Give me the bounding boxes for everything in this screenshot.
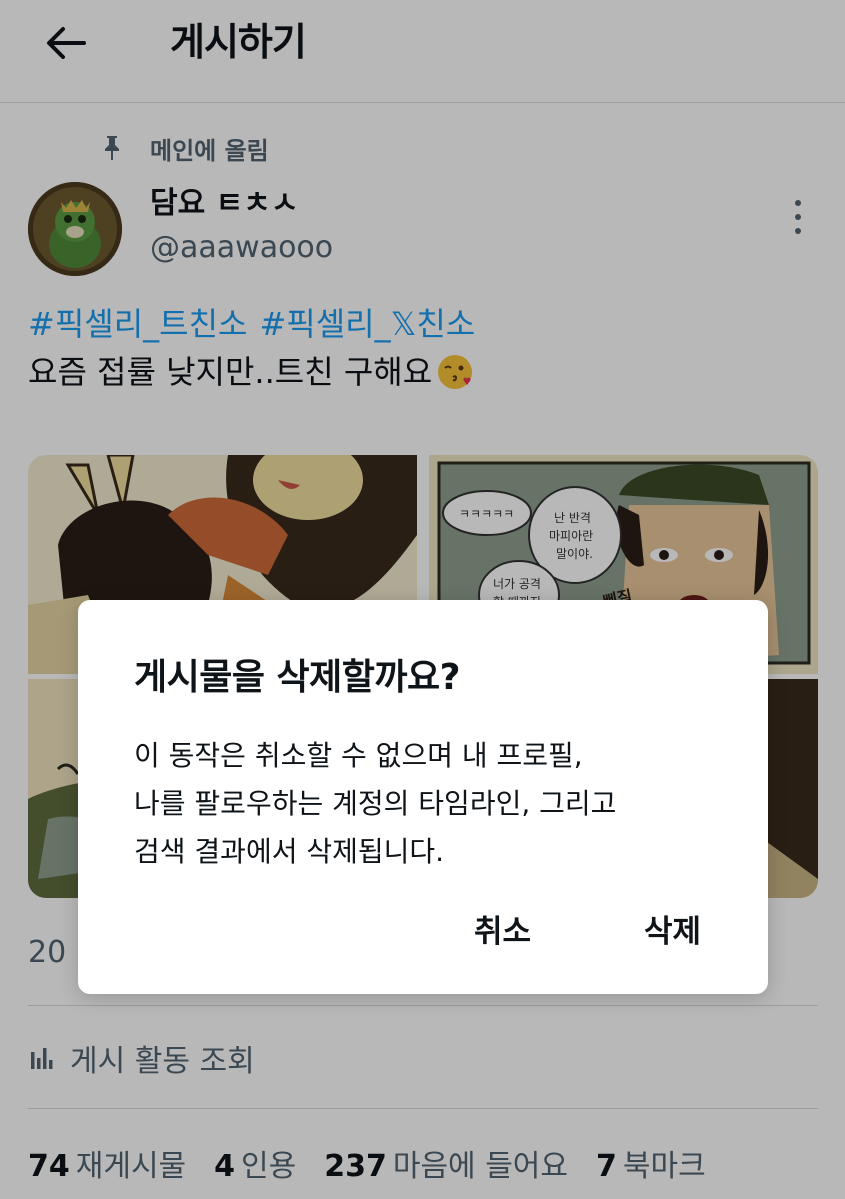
- dialog-message-line: 검색 결과에서 삭제됩니다.: [134, 835, 445, 868]
- delete-confirm-dialog: 게시물을 삭제할까요? 이 동작은 취소할 수 없으며 내 프로필, 나를 팔로…: [78, 600, 768, 994]
- delete-button[interactable]: 삭제: [644, 908, 701, 956]
- cancel-button[interactable]: 취소: [474, 908, 531, 956]
- dialog-message: 이 동작은 취소할 수 없으며 내 프로필, 나를 팔로우하는 계정의 타임라인…: [134, 732, 724, 876]
- dialog-title: 게시물을 삭제할까요?: [134, 657, 461, 698]
- dialog-message-line: 나를 팔로우하는 계정의 타임라인, 그리고: [134, 787, 617, 820]
- dialog-message-line: 이 동작은 취소할 수 없으며 내 프로필,: [134, 739, 583, 772]
